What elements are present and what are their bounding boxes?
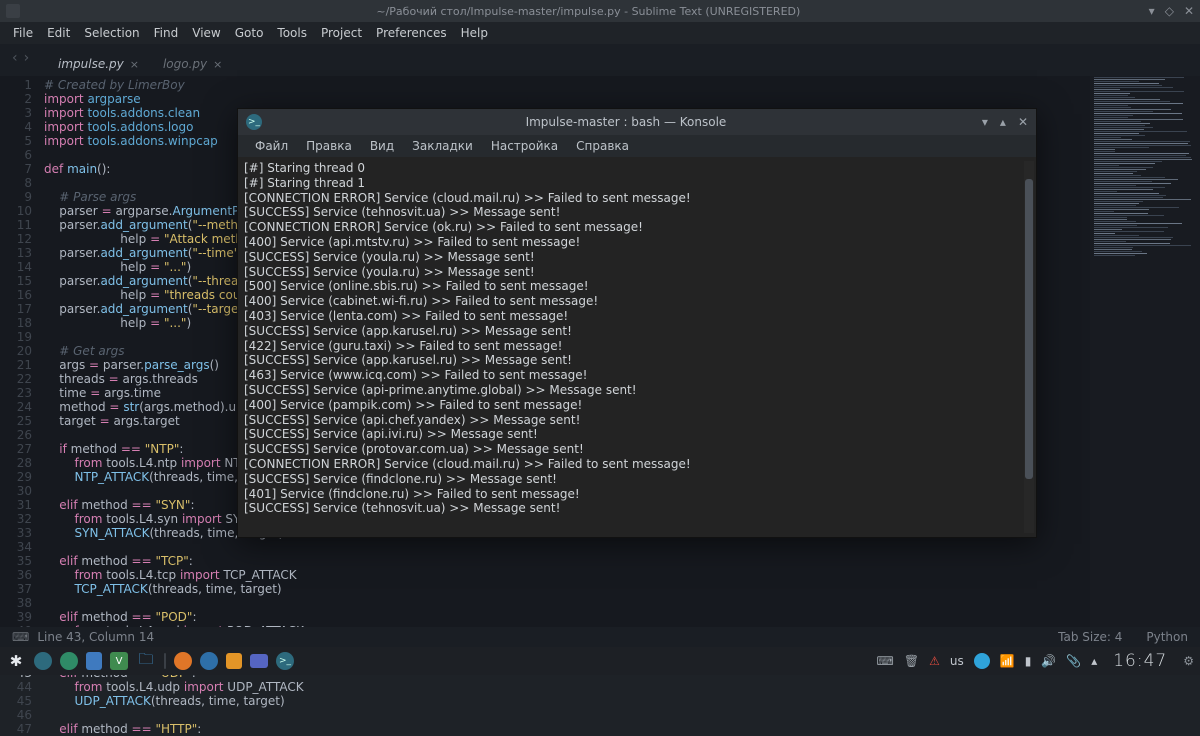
- tray-keyboard-layout[interactable]: us: [950, 654, 964, 668]
- window-maximize-icon[interactable]: ◇: [1165, 4, 1174, 18]
- taskbar-app-2-icon[interactable]: [60, 652, 78, 670]
- konsole-menu-item[interactable]: Настройка: [482, 135, 567, 157]
- konsole-app-icon: >_: [246, 114, 262, 130]
- statusbar: ⌨ Line 43, Column 14 Tab Size: 4 Python: [0, 627, 1200, 647]
- tray-trash-icon[interactable]: 🗑: [904, 654, 919, 668]
- tray-battery-icon[interactable]: ▮: [1025, 654, 1032, 668]
- tab-impulse-py[interactable]: impulse.py ×: [48, 51, 149, 76]
- taskbar-notes-icon[interactable]: [86, 652, 102, 670]
- konsole-window[interactable]: >_ Impulse-master : bash — Konsole ▾ ▴ ✕…: [237, 108, 1037, 538]
- window-minimize-icon[interactable]: ▾: [1149, 4, 1155, 18]
- tray-expand-icon[interactable]: ▴: [1091, 654, 1097, 668]
- tray-keyboard-icon[interactable]: ⌨: [877, 654, 894, 668]
- menu-find[interactable]: Find: [147, 22, 186, 44]
- konsole-menu-item[interactable]: Файл: [246, 135, 297, 157]
- tab-label: impulse.py: [58, 57, 124, 71]
- tab-close-icon[interactable]: ×: [130, 58, 139, 71]
- menubar: FileEditSelectionFindViewGotoToolsProjec…: [0, 22, 1200, 44]
- tray-settings-icon[interactable]: ⚙: [1183, 654, 1194, 668]
- taskbar-files-icon[interactable]: 🗀: [136, 651, 156, 671]
- window-titlebar: ~/Рабочий стол/Impulse-master/impulse.py…: [0, 0, 1200, 22]
- konsole-menu-item[interactable]: Закладки: [403, 135, 482, 157]
- konsole-minimize-icon[interactable]: ▾: [982, 115, 988, 129]
- menu-selection[interactable]: Selection: [77, 22, 146, 44]
- taskbar: ✱ V 🗀 >_ ⌨ 🗑 ⚠ us 📶 ▮ 🔊 📎 ▴ 16:47 ⚙: [0, 647, 1200, 675]
- taskbar-app-1-icon[interactable]: [34, 652, 52, 670]
- menu-view[interactable]: View: [185, 22, 227, 44]
- menu-goto[interactable]: Goto: [228, 22, 271, 44]
- window-title: ~/Рабочий стол/Impulse-master/impulse.py…: [28, 5, 1149, 18]
- tray-volume-icon[interactable]: 🔊: [1041, 654, 1056, 668]
- menu-edit[interactable]: Edit: [40, 22, 77, 44]
- konsole-title: Impulse-master : bash — Konsole: [270, 115, 982, 129]
- taskbar-vim-icon[interactable]: V: [110, 652, 128, 670]
- konsole-menu-item[interactable]: Справка: [567, 135, 638, 157]
- menu-help[interactable]: Help: [454, 22, 495, 44]
- status-tab-size[interactable]: Tab Size: 4: [1058, 630, 1122, 644]
- line-gutter: 1234567891011121314151617181920212223242…: [0, 76, 40, 647]
- scrollbar-thumb[interactable]: [1025, 179, 1033, 479]
- taskbar-firefox-icon[interactable]: [174, 652, 192, 670]
- terminal-icon[interactable]: ⌨: [12, 630, 29, 644]
- kde-launcher-icon[interactable]: ✱: [6, 651, 26, 671]
- konsole-menu-item[interactable]: Правка: [297, 135, 361, 157]
- status-cursor-pos: Line 43, Column 14: [37, 630, 154, 644]
- menu-preferences[interactable]: Preferences: [369, 22, 454, 44]
- menu-project[interactable]: Project: [314, 22, 369, 44]
- tray-clip-icon[interactable]: 📎: [1066, 654, 1081, 668]
- app-icon: [6, 4, 20, 18]
- window-close-icon[interactable]: ✕: [1184, 4, 1194, 18]
- taskbar-monitor-icon[interactable]: [250, 654, 268, 668]
- konsole-maximize-icon[interactable]: ▴: [1000, 115, 1006, 129]
- taskbar-sublime-icon[interactable]: [226, 653, 242, 669]
- tray-wifi-icon[interactable]: 📶: [1000, 654, 1015, 668]
- tray-clock[interactable]: 16:47: [1113, 651, 1167, 671]
- taskbar-separator-icon: [164, 653, 166, 669]
- nav-back-icon[interactable]: ‹: [12, 50, 18, 66]
- status-language[interactable]: Python: [1146, 630, 1188, 644]
- konsole-output[interactable]: [#] Staring thread 0[#] Staring thread 1…: [238, 157, 1036, 537]
- konsole-close-icon[interactable]: ✕: [1018, 115, 1028, 129]
- tab-close-icon[interactable]: ×: [213, 58, 222, 71]
- menu-file[interactable]: File: [6, 22, 40, 44]
- tab-label: logo.py: [163, 57, 207, 71]
- taskbar-konsole-icon[interactable]: >_: [276, 652, 294, 670]
- tab-logo-py[interactable]: logo.py ×: [153, 51, 232, 76]
- tray-telegram-icon[interactable]: [974, 653, 990, 669]
- taskbar-app-3-icon[interactable]: [200, 652, 218, 670]
- konsole-titlebar[interactable]: >_ Impulse-master : bash — Konsole ▾ ▴ ✕: [238, 109, 1036, 135]
- konsole-menu-item[interactable]: Вид: [361, 135, 403, 157]
- minimap[interactable]: [1090, 76, 1200, 647]
- konsole-scrollbar[interactable]: [1024, 161, 1034, 533]
- menu-tools[interactable]: Tools: [270, 22, 314, 44]
- tab-row: ‹ › impulse.py × logo.py ×: [0, 44, 1200, 76]
- nav-forward-icon[interactable]: ›: [24, 50, 30, 66]
- tray-alert-icon[interactable]: ⚠: [929, 654, 940, 668]
- konsole-menubar: ФайлПравкаВидЗакладкиНастройкаСправка: [238, 135, 1036, 157]
